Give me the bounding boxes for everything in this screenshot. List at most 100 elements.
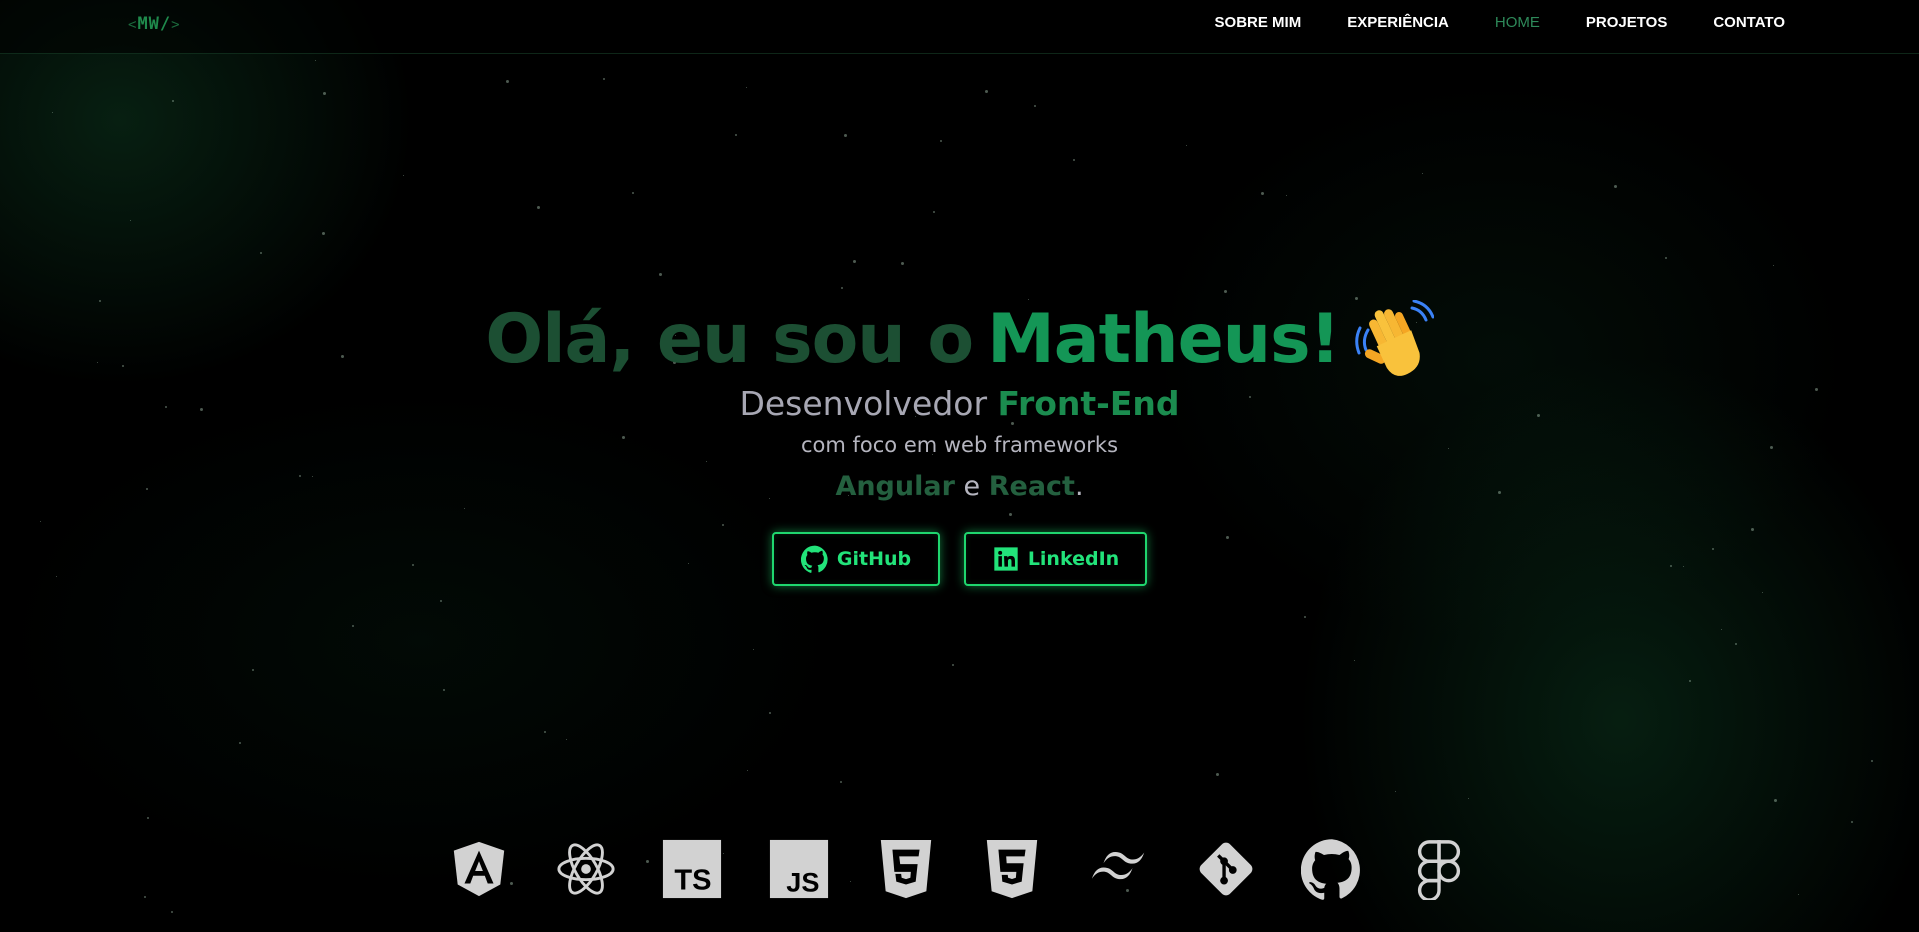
star (933, 211, 935, 213)
star (1261, 192, 1264, 195)
star (1073, 159, 1075, 161)
github-logo-icon (1301, 838, 1363, 900)
linkedin-icon (994, 547, 1018, 571)
github-icon (800, 545, 828, 573)
framework-react: React (988, 471, 1075, 502)
hero-subtitle: Desenvolvedor Front-End (0, 384, 1919, 423)
star (952, 664, 954, 666)
waving-hand-icon (1354, 299, 1435, 380)
star (1216, 773, 1219, 776)
tailwind-icon (1088, 838, 1150, 900)
star (544, 731, 546, 733)
star (1614, 185, 1617, 188)
javascript-icon: JS (768, 838, 830, 900)
star (566, 739, 567, 740)
star (1774, 799, 1777, 802)
star (1871, 760, 1873, 762)
star (1224, 290, 1227, 293)
star (1851, 821, 1853, 823)
star (1034, 105, 1036, 107)
star (144, 896, 146, 898)
star (769, 712, 771, 714)
star (130, 220, 131, 221)
star (1689, 680, 1691, 682)
site-logo[interactable]: <MW/> (128, 14, 181, 34)
hero-frameworks: Angular e React. (0, 471, 1919, 502)
star (1665, 257, 1667, 259)
star (443, 689, 445, 691)
framework-connector: e (963, 471, 981, 502)
github-button-label: GitHub (836, 548, 912, 570)
subtitle-prefix: Desenvolvedor (739, 384, 988, 423)
star (1286, 195, 1287, 196)
star (1304, 616, 1306, 618)
github-button[interactable]: GitHub (772, 532, 940, 586)
star (985, 90, 988, 93)
star (1735, 643, 1737, 645)
hero-focus-text: com foco em web frameworks (800, 433, 1119, 457)
figma-icon (1408, 838, 1470, 900)
star (260, 252, 262, 254)
star (1354, 660, 1355, 661)
nav-home[interactable]: HOME (1495, 14, 1540, 31)
angular-icon (448, 838, 510, 900)
top-navbar: <MW/> SOBRE MIM EXPERIÊNCIA HOME PROJETO… (0, 0, 1919, 54)
svg-text:TS: TS (675, 864, 712, 896)
logo-close-bracket: > (171, 17, 181, 33)
nav-sobre-mim[interactable]: SOBRE MIM (1215, 14, 1302, 31)
star (747, 770, 748, 771)
star (171, 911, 173, 913)
star (753, 649, 754, 650)
star (537, 206, 540, 209)
html5-icon (875, 838, 937, 900)
git-icon (1195, 838, 1257, 900)
react-icon (555, 838, 617, 900)
star (322, 232, 325, 235)
star (172, 100, 174, 102)
star (853, 260, 856, 263)
tech-stack-icons: TS JS (448, 838, 1470, 900)
star (506, 80, 509, 83)
star (1773, 265, 1774, 266)
star (1186, 145, 1187, 146)
star (1798, 894, 1799, 895)
star (659, 273, 662, 276)
star (1762, 592, 1763, 593)
star (315, 60, 316, 61)
star (239, 742, 241, 744)
typescript-icon: TS (661, 838, 723, 900)
title-greeting: Olá, eu sou o (485, 300, 974, 379)
nav-experiencia[interactable]: EXPERIÊNCIA (1347, 14, 1449, 31)
star (844, 134, 847, 137)
star (841, 287, 843, 289)
star (52, 112, 53, 113)
star (746, 87, 747, 88)
main-nav: SOBRE MIM EXPERIÊNCIA HOME PROJETOS CONT… (1215, 14, 1785, 31)
star (901, 262, 904, 265)
star (735, 134, 737, 136)
star (1721, 629, 1722, 630)
hero-section: Olá, eu sou o Matheus! Desenvolvedor Fro… (0, 299, 1919, 586)
star (147, 817, 149, 819)
star (252, 669, 254, 671)
css3-icon (981, 838, 1043, 900)
social-buttons: GitHub LinkedIn (0, 532, 1919, 586)
star (840, 781, 842, 783)
hero-title: Olá, eu sou o Matheus! (485, 299, 1435, 380)
nav-projetos[interactable]: PROJETOS (1586, 14, 1667, 31)
svg-text:JS: JS (786, 866, 819, 897)
linkedin-button-label: LinkedIn (1027, 548, 1120, 570)
nav-contato[interactable]: CONTATO (1713, 14, 1785, 31)
star (1395, 791, 1396, 792)
title-name: Matheus! (987, 300, 1340, 379)
star (403, 175, 404, 176)
framework-angular: Angular (835, 471, 955, 502)
framework-period: . (1074, 471, 1084, 502)
star (323, 92, 326, 95)
star (940, 140, 942, 142)
subtitle-accent: Front-End (997, 384, 1180, 423)
star (1422, 173, 1423, 174)
star (440, 600, 442, 602)
linkedin-button[interactable]: LinkedIn (964, 532, 1147, 586)
star (352, 625, 354, 627)
